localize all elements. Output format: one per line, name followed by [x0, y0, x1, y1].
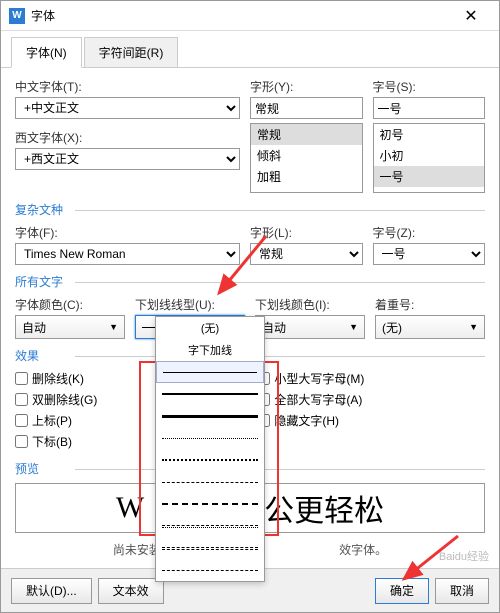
close-icon[interactable]: ✕: [451, 1, 491, 31]
list-item[interactable]: 一号: [374, 166, 485, 187]
dd-item-line[interactable]: [156, 515, 264, 537]
preview-text-left: W: [116, 491, 144, 525]
cn-font-select[interactable]: +中文正文: [15, 97, 240, 119]
list-item[interactable]: 初号: [374, 124, 485, 145]
dd-item-words[interactable]: 字下加线: [156, 339, 264, 361]
app-icon: W: [9, 8, 25, 24]
style-input[interactable]: [250, 97, 363, 119]
complex-font-label: 字体(F):: [15, 224, 240, 241]
dd-item-line[interactable]: [156, 537, 264, 559]
list-item[interactable]: 常规: [251, 124, 362, 145]
check-strikethrough[interactable]: 删除线(K): [15, 370, 97, 387]
emphasis-dropdown[interactable]: (无)▼: [375, 315, 485, 339]
watermark: Baidu经验: [439, 548, 489, 564]
list-item[interactable]: 加粗: [251, 166, 362, 187]
west-font-select[interactable]: +西文正文: [15, 148, 240, 170]
font-color-dropdown[interactable]: 自动▼: [15, 315, 125, 339]
dd-item-none[interactable]: (无): [156, 317, 264, 339]
cancel-button[interactable]: 取消: [435, 578, 489, 604]
style-label: 字形(Y):: [250, 78, 363, 95]
tab-spacing[interactable]: 字符间距(R): [84, 37, 179, 67]
titlebar: W 字体 ✕: [1, 1, 499, 31]
check-subscript[interactable]: 下标(B): [15, 433, 97, 450]
check-double-strike[interactable]: 双删除线(G): [15, 391, 97, 408]
size-label: 字号(S):: [373, 78, 486, 95]
check-allcaps[interactable]: 全部大写字母(A): [257, 391, 364, 408]
size-listbox[interactable]: 初号 小初 一号: [373, 123, 486, 193]
complex-size-select[interactable]: 一号: [373, 243, 486, 265]
default-button[interactable]: 默认(D)...: [11, 578, 92, 604]
check-smallcaps[interactable]: 小型大写字母(M): [257, 370, 364, 387]
emphasis-label: 着重号:: [375, 296, 485, 313]
style-listbox[interactable]: 常规 倾斜 加粗: [250, 123, 363, 193]
dd-item-line[interactable]: [156, 361, 264, 383]
dd-item-line[interactable]: [156, 449, 264, 471]
section-complex: 复杂文种: [15, 201, 485, 218]
complex-font-select[interactable]: Times New Roman: [15, 243, 240, 265]
list-item[interactable]: 小初: [374, 145, 485, 166]
chevron-down-icon: ▼: [349, 322, 358, 332]
underline-dropdown-list[interactable]: (无) 字下加线: [155, 316, 265, 582]
underline-color-label: 下划线颜色(I):: [255, 296, 365, 313]
text-effect-button[interactable]: 文本效: [98, 578, 164, 604]
dd-item-line[interactable]: [156, 559, 264, 581]
dd-item-line[interactable]: [156, 471, 264, 493]
cn-font-label: 中文字体(T):: [15, 78, 240, 95]
west-font-label: 西文字体(X):: [15, 129, 240, 146]
chevron-down-icon: ▼: [109, 322, 118, 332]
check-hidden[interactable]: 隐藏文字(H): [257, 412, 364, 429]
window-title: 字体: [31, 7, 451, 24]
complex-style-label: 字形(L):: [250, 224, 363, 241]
list-item[interactable]: 倾斜: [251, 145, 362, 166]
section-alltext: 所有文字: [15, 273, 485, 290]
ok-button[interactable]: 确定: [375, 578, 429, 604]
underline-color-dropdown[interactable]: 自动▼: [255, 315, 365, 339]
check-superscript[interactable]: 上标(P): [15, 412, 97, 429]
chevron-down-icon: ▼: [469, 322, 478, 332]
tab-font[interactable]: 字体(N): [11, 37, 82, 68]
underline-label: 下划线线型(U):: [135, 296, 245, 313]
size-input[interactable]: [373, 97, 486, 119]
preview-text-right: 公更轻松: [264, 486, 384, 530]
complex-size-label: 字号(Z):: [373, 224, 486, 241]
dd-item-line[interactable]: [156, 405, 264, 427]
tab-bar: 字体(N) 字符间距(R): [1, 31, 499, 68]
dd-item-line[interactable]: [156, 493, 264, 515]
font-color-label: 字体颜色(C):: [15, 296, 125, 313]
complex-style-select[interactable]: 常规: [250, 243, 363, 265]
dd-item-line[interactable]: [156, 427, 264, 449]
dd-item-line[interactable]: [156, 383, 264, 405]
